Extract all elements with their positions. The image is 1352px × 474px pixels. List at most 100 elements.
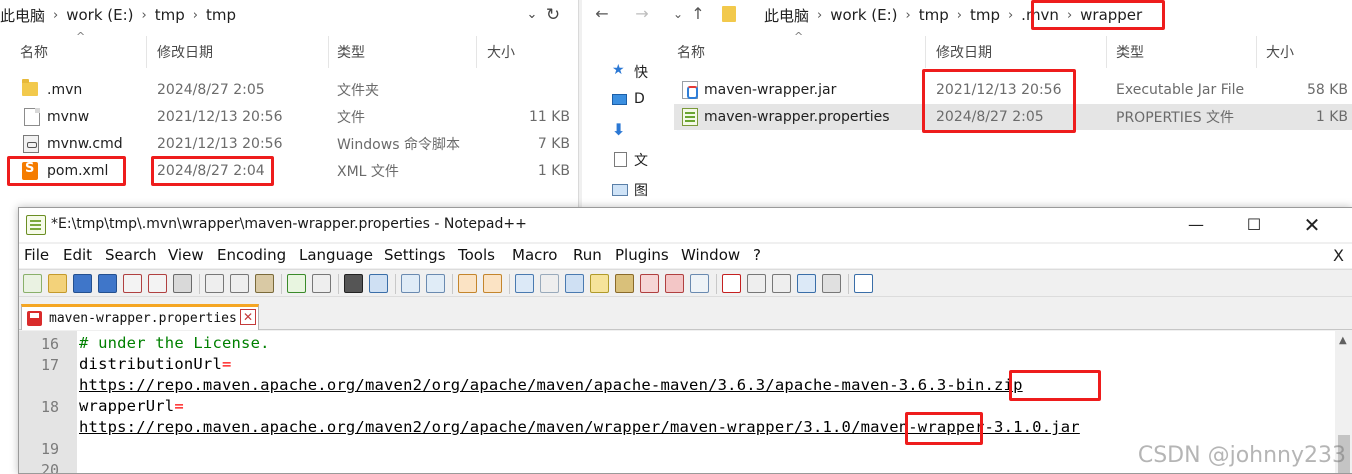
open-file-icon[interactable]	[48, 274, 67, 293]
nav-pictures[interactable]: 图	[612, 180, 648, 200]
breadcrumb-drive[interactable]: work (E:)	[830, 6, 897, 24]
breadcrumb-wrapper[interactable]: wrapper	[1080, 6, 1142, 24]
print-icon[interactable]	[173, 274, 192, 293]
title-bar[interactable]: *E:\tmp\tmp\.mvn\wrapper\maven-wrapper.p…	[19, 208, 1352, 242]
run-macro-multiple-icon[interactable]	[797, 274, 816, 293]
folder-workspace-icon[interactable]	[665, 274, 684, 293]
address-dropdown-icon[interactable]: ⌄	[522, 4, 542, 26]
redo-icon[interactable]	[312, 274, 331, 293]
menu-encoding[interactable]: Encoding	[217, 246, 286, 264]
code-line-distribution-url: distributionUrl=	[79, 355, 232, 373]
undo-icon[interactable]	[287, 274, 306, 293]
tab-maven-wrapper-properties[interactable]: maven-wrapper.properties ✕	[21, 304, 259, 330]
close-icon[interactable]: ✕	[1283, 208, 1341, 242]
save-macro-icon[interactable]	[822, 274, 841, 293]
folder-icon	[22, 79, 38, 96]
file-row-pom-xml[interactable]: pom.xml 2024/8/27 2:04 XML 文件 1 KB	[0, 158, 578, 184]
new-file-icon[interactable]	[23, 274, 42, 293]
file-row-mvnw[interactable]: mvnw 2021/12/13 20:56 文件 11 KB	[0, 104, 578, 130]
back-arrow-icon[interactable]: ←	[590, 3, 614, 25]
replace-icon[interactable]	[369, 274, 388, 293]
scroll-up-icon[interactable]: ▲	[1339, 335, 1347, 346]
menu-macro[interactable]: Macro	[512, 246, 557, 264]
refresh-icon[interactable]: ↻	[543, 4, 563, 26]
breadcrumb-mvn[interactable]: .mvn	[1021, 6, 1059, 24]
breadcrumb-tmp[interactable]: tmp	[919, 6, 949, 24]
doc-map-icon[interactable]	[615, 274, 634, 293]
nav-documents[interactable]: 文	[614, 150, 648, 170]
column-header-date[interactable]: 修改日期	[157, 34, 213, 70]
save-all-icon[interactable]	[98, 274, 117, 293]
address-bar-left[interactable]: 此电脑 › work (E:) › tmp › tmp	[0, 0, 540, 30]
column-header-size[interactable]: 大小	[1266, 34, 1294, 70]
breadcrumb-this-pc[interactable]: 此电脑	[0, 5, 45, 26]
menu-view[interactable]: View	[168, 246, 204, 264]
breadcrumb-tmp[interactable]: tmp	[155, 6, 185, 24]
zoom-in-icon[interactable]	[401, 274, 420, 293]
wrapper-url-link[interactable]: https://repo.maven.apache.org/maven2/org…	[79, 418, 1080, 436]
breadcrumb-tmp-2[interactable]: tmp	[206, 6, 236, 24]
toolbar	[19, 269, 1352, 297]
column-header-type[interactable]: 类型	[337, 34, 365, 70]
file-row-mvn-folder[interactable]: .mvn 2024/8/27 2:05 文件夹	[0, 77, 578, 103]
tab-close-icon[interactable]: ✕	[240, 309, 256, 325]
record-macro-icon[interactable]	[722, 274, 741, 293]
menu-tools[interactable]: Tools	[458, 246, 495, 264]
file-row-maven-wrapper-jar[interactable]: maven-wrapper.jar 2021/12/13 20:56 Execu…	[674, 77, 1352, 103]
play-macro-icon[interactable]	[772, 274, 791, 293]
menu-help[interactable]: ?	[753, 246, 761, 264]
sync-vertical-icon[interactable]	[458, 274, 477, 293]
sort-ascending-icon: ^	[76, 30, 86, 43]
column-header-size[interactable]: 大小	[487, 34, 515, 70]
close-all-icon[interactable]	[148, 274, 167, 293]
forward-arrow-icon[interactable]: →	[630, 3, 654, 25]
breadcrumb-drive[interactable]: work (E:)	[66, 6, 133, 24]
file-row-mvnw-cmd[interactable]: mvnw.cmd 2021/12/13 20:56 Windows 命令脚本 7…	[0, 131, 578, 157]
menu-run[interactable]: Run	[573, 246, 602, 264]
paste-icon[interactable]	[255, 274, 274, 293]
up-arrow-icon[interactable]: ↑	[686, 3, 710, 25]
menu-window[interactable]: Window	[681, 246, 740, 264]
cut-icon[interactable]	[205, 274, 224, 293]
word-wrap-icon[interactable]	[515, 274, 534, 293]
file-type: Windows 命令脚本	[337, 137, 460, 153]
column-header-type[interactable]: 类型	[1116, 34, 1144, 70]
show-all-chars-icon[interactable]	[540, 274, 559, 293]
nav-quick-access[interactable]: ★ 快	[612, 62, 648, 82]
close-file-icon[interactable]	[123, 274, 142, 293]
menu-edit[interactable]: Edit	[63, 246, 92, 264]
breadcrumb-this-pc[interactable]: 此电脑	[764, 5, 809, 26]
column-header-date[interactable]: 修改日期	[936, 34, 992, 70]
minimize-icon[interactable]: —	[1167, 208, 1225, 242]
file-date: 2024/8/27 2:05	[936, 109, 1044, 125]
spell-check-icon[interactable]	[854, 274, 873, 293]
menu-search[interactable]: Search	[105, 246, 157, 264]
address-bar-right[interactable]: 此电脑 › work (E:) › tmp › tmp › .mvn › wra…	[764, 0, 1352, 30]
function-list-icon[interactable]	[640, 274, 659, 293]
zoom-out-icon[interactable]	[426, 274, 445, 293]
distribution-url-link[interactable]: https://repo.maven.apache.org/maven2/org…	[79, 376, 1023, 394]
nav-downloads[interactable]: ⬇	[612, 120, 640, 140]
find-icon[interactable]	[344, 274, 363, 293]
tab-label: maven-wrapper.properties	[49, 311, 237, 326]
indent-guide-icon[interactable]	[565, 274, 584, 293]
monitoring-icon[interactable]	[690, 274, 709, 293]
nav-desktop[interactable]: D	[612, 91, 645, 111]
file-row-maven-wrapper-properties[interactable]: maven-wrapper.properties 2024/8/27 2:05 …	[674, 104, 1352, 130]
save-icon[interactable]	[73, 274, 92, 293]
sync-horizontal-icon[interactable]	[483, 274, 502, 293]
menu-file[interactable]: File	[24, 246, 49, 264]
menu-settings[interactable]: Settings	[384, 246, 446, 264]
file-name: mvnw.cmd	[47, 136, 123, 152]
menu-language[interactable]: Language	[299, 246, 373, 264]
column-header-name[interactable]: 名称	[677, 34, 705, 70]
stop-macro-icon[interactable]	[747, 274, 766, 293]
sort-ascending-icon: ^	[794, 30, 804, 43]
column-header-name[interactable]: 名称	[20, 34, 48, 70]
breadcrumb-tmp-2[interactable]: tmp	[970, 6, 1000, 24]
language-icon[interactable]	[590, 274, 609, 293]
maximize-icon[interactable]: ☐	[1225, 208, 1283, 242]
close-document-button[interactable]: X	[1333, 246, 1344, 265]
copy-icon[interactable]	[230, 274, 249, 293]
menu-plugins[interactable]: Plugins	[615, 246, 669, 264]
